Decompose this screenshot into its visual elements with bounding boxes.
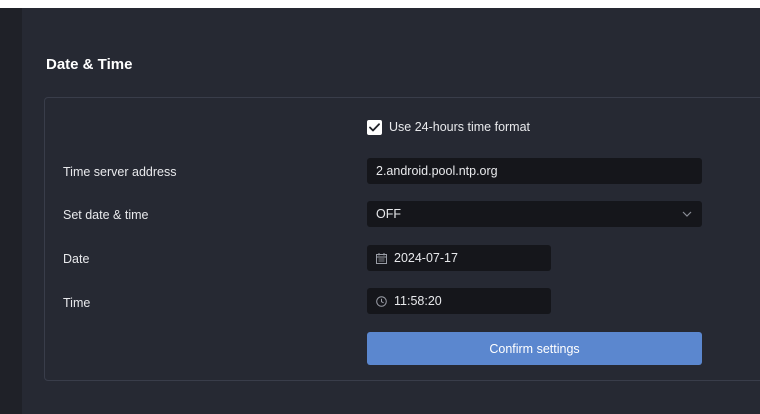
clock-icon — [376, 295, 387, 307]
settings-page: Date & Time Use 24-hours time format Tim… — [0, 0, 760, 414]
top-bar — [0, 0, 760, 8]
confirm-settings-button[interactable]: Confirm settings — [367, 332, 702, 365]
confirm-settings-label: Confirm settings — [489, 341, 580, 356]
set-date-time-select[interactable]: OFF — [367, 201, 702, 227]
time-format-label: Use 24-hours time format — [389, 120, 531, 134]
time-server-input[interactable]: 2.android.pool.ntp.org — [367, 158, 702, 184]
time-picker[interactable]: 11:58:20 — [367, 288, 551, 314]
set-date-time-value: OFF — [376, 207, 401, 221]
time-server-value: 2.android.pool.ntp.org — [376, 164, 498, 178]
date-value: 2024-07-17 — [394, 251, 458, 265]
date-picker[interactable]: 2024-07-17 — [367, 245, 551, 271]
chevron-down-icon — [682, 211, 692, 217]
checkmark-icon — [369, 122, 380, 131]
set-date-time-label: Set date & time — [63, 208, 149, 222]
time-label: Time — [63, 296, 91, 310]
time-format-checkbox[interactable] — [367, 119, 382, 135]
time-server-label: Time server address — [63, 165, 177, 179]
time-format-option[interactable]: Use 24-hours time format — [367, 119, 530, 135]
date-label: Date — [63, 252, 90, 266]
time-value: 11:58:20 — [394, 294, 442, 308]
calendar-icon — [376, 252, 387, 264]
section-title: Date & Time — [46, 56, 133, 73]
